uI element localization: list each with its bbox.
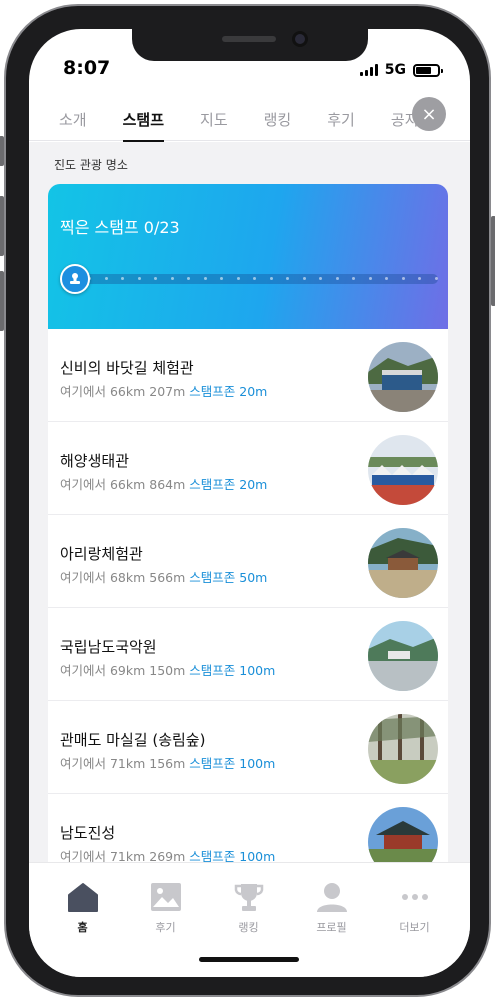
list-item[interactable]: 해양생태관 여기에서 66km 864m 스탬프존 20m — [48, 422, 448, 515]
nav-ranking-label: 랭킹 — [238, 921, 259, 934]
stamp-zone: 스탬프존 50m — [189, 570, 268, 585]
stamp-zone: 스탬프존 20m — [189, 477, 268, 492]
volume-down-button — [0, 271, 4, 331]
place-name: 남도진성 — [60, 824, 116, 842]
stamp-content[interactable]: 진도 관광 명소 찍은 스탬프 0/23 신비의 바닷길 체험관 여기에서 66… — [29, 142, 470, 862]
tab-review[interactable]: 후기 — [327, 99, 355, 141]
nav-review[interactable]: 후기 — [124, 863, 207, 977]
section-title: 진도 관광 명소 — [54, 158, 128, 172]
stamp-zone: 스탬프존 100m — [189, 663, 276, 678]
stamp-progress-card: 찍은 스탬프 0/23 — [48, 184, 448, 329]
image-icon — [150, 883, 181, 911]
more-icon — [401, 894, 428, 900]
close-icon: × — [421, 103, 437, 125]
place-distance: 여기에서 71km 269m 스탬프존 100m — [60, 849, 276, 862]
list-item[interactable]: 신비의 바닷길 체험관 여기에서 66km 207m 스탬프존 20m — [48, 329, 448, 422]
place-thumbnail — [368, 435, 438, 505]
nav-review-label: 후기 — [155, 921, 176, 934]
tab-map[interactable]: 지도 — [200, 99, 228, 141]
list-item[interactable]: 관매도 마실길 (송림숲) 여기에서 71km 156m 스탬프존 100m — [48, 701, 448, 794]
place-thumbnail — [368, 714, 438, 784]
stamp-zone: 스탬프존 100m — [189, 849, 276, 862]
list-item[interactable]: 국립남도국악원 여기에서 69km 150m 스탬프존 100m — [48, 608, 448, 701]
place-name: 신비의 바닷길 체험관 — [60, 359, 194, 377]
place-distance: 여기에서 69km 150m 스탬프존 100m — [60, 663, 276, 678]
nav-home[interactable]: 홈 — [41, 863, 124, 977]
home-icon — [67, 883, 98, 912]
stamp-zone: 스탬프존 100m — [189, 756, 276, 771]
list-item[interactable]: 남도진성 여기에서 71km 269m 스탬프존 100m — [48, 794, 448, 862]
status-time: 8:07 — [63, 57, 111, 79]
signal-icon — [359, 64, 378, 76]
home-indicator[interactable] — [199, 957, 299, 962]
stamp-progress-track — [60, 264, 438, 294]
nav-more-label: 더보기 — [399, 921, 430, 934]
nav-home-label: 홈 — [77, 921, 88, 934]
tab-intro[interactable]: 소개 — [59, 99, 87, 141]
network-type: 5G — [384, 62, 406, 78]
place-thumbnail — [368, 528, 438, 598]
stamp-count: 찍은 스탬프 0/23 — [60, 218, 180, 237]
place-name: 아리랑체험관 — [60, 545, 143, 563]
stamp-progress-knob — [60, 264, 90, 294]
trophy-icon — [234, 884, 263, 911]
close-button[interactable]: × — [412, 97, 446, 131]
person-icon — [316, 883, 347, 912]
place-list: 신비의 바닷길 체험관 여기에서 66km 207m 스탬프존 20m 해양생태… — [48, 329, 448, 862]
place-thumbnail — [368, 807, 438, 862]
notch — [132, 29, 368, 61]
place-name: 국립남도국악원 — [60, 638, 157, 656]
stamp-icon — [70, 273, 80, 284]
speaker — [222, 36, 276, 42]
place-thumbnail — [368, 621, 438, 691]
place-distance: 여기에서 66km 207m 스탬프존 20m — [60, 384, 268, 399]
power-button — [491, 216, 495, 306]
place-distance: 여기에서 68km 566m 스탬프존 50m — [60, 570, 268, 585]
battery-icon — [413, 63, 443, 77]
place-distance: 여기에서 71km 156m 스탬프존 100m — [60, 756, 276, 771]
tab-stamp[interactable]: 스탬프 — [122, 99, 165, 142]
nav-profile[interactable]: 프로필 — [290, 863, 373, 977]
place-distance: 여기에서 66km 864m 스탬프존 20m — [60, 477, 268, 492]
place-thumbnail — [368, 342, 438, 412]
tab-ranking[interactable]: 랭킹 — [264, 99, 292, 141]
status-icons: 5G — [359, 62, 443, 78]
list-item[interactable]: 아리랑체험관 여기에서 68km 566m 스탬프존 50m — [48, 515, 448, 608]
nav-more[interactable]: 더보기 — [373, 863, 456, 977]
silent-switch — [0, 136, 4, 166]
tab-bar: 소개 스탬프 지도 랭킹 후기 공지 — [29, 99, 470, 142]
place-name: 관매도 마실길 (송림숲) — [60, 731, 206, 749]
front-camera — [292, 31, 308, 47]
nav-profile-label: 프로필 — [316, 921, 347, 934]
app-screen: 8:07 5G 소개 스탬프 지도 랭킹 후기 공지 × 진도 관광 명소 찍은… — [29, 29, 470, 977]
stamp-zone: 스탬프존 20m — [189, 384, 268, 399]
place-name: 해양생태관 — [60, 452, 130, 470]
volume-up-button — [0, 196, 4, 256]
progress-dots — [88, 277, 438, 280]
